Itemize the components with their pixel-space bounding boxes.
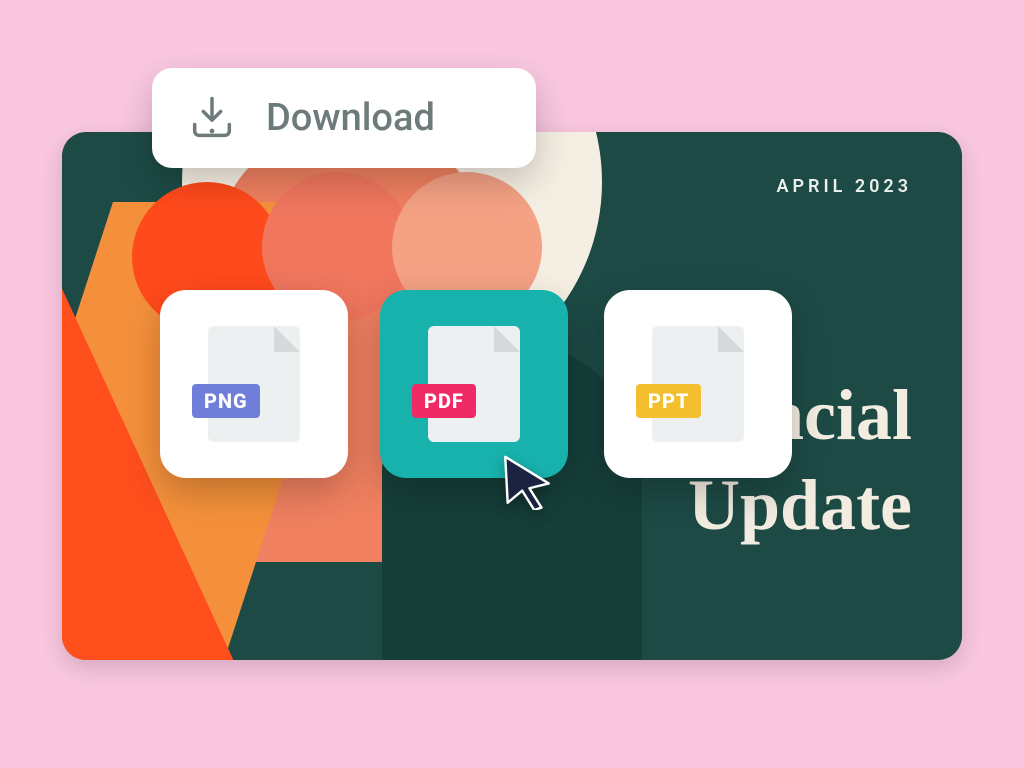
cursor-icon [498,452,556,510]
format-option-png[interactable]: PNG [160,290,348,478]
file-icon: PNG [208,326,300,442]
file-icon: PDF [428,326,520,442]
download-button[interactable]: Download [152,68,536,168]
download-icon [186,92,238,144]
format-badge-ppt: PPT [636,384,701,418]
slide-date: APRIL 2023 [776,176,912,197]
download-label: Download [266,96,435,140]
format-option-ppt[interactable]: PPT [604,290,792,478]
file-icon: PPT [652,326,744,442]
format-option-pdf[interactable]: PDF [380,290,568,478]
format-badge-png: PNG [192,384,260,418]
format-badge-pdf: PDF [412,384,476,418]
